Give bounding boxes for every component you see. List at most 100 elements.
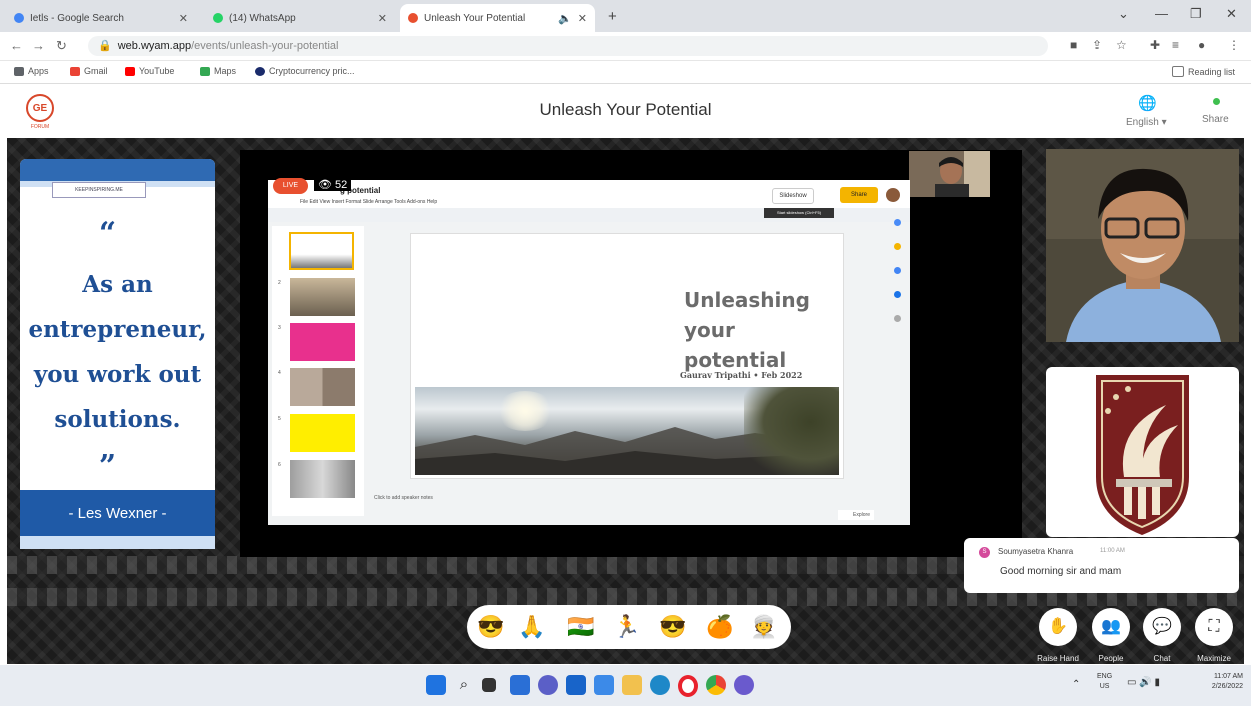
language-indicator[interactable]: ENG US [1097,672,1112,692]
reaction-india-flag[interactable]: 🇮🇳 [566,612,596,642]
extensions-icon[interactable]: ✚ [1150,38,1160,52]
slide-thumb-5[interactable] [290,414,355,452]
share-page-icon[interactable]: ⇪ [1092,38,1102,52]
mail-icon[interactable] [566,675,586,695]
mute-icon[interactable]: 🔈 [558,12,572,25]
language-selector[interactable]: English ▾ [1126,117,1167,128]
tab-google-search[interactable]: Ietls - Google Search ✕ [6,4,196,32]
slide-thumb-3[interactable] [290,323,355,361]
slide-number: 5 [278,416,281,422]
add-ons-icon[interactable] [894,315,901,322]
profile-icon[interactable]: ● [1198,38,1205,52]
forward-icon[interactable]: → [32,38,45,53]
new-tab-button[interactable]: + [608,8,617,25]
raise-hand-icon[interactable]: ✋ [1039,608,1077,646]
task-view-icon[interactable] [482,678,496,692]
camera-icon[interactable]: ■ [1070,38,1077,52]
chat-sender: Soumyasetra Khanra [998,547,1074,556]
globe-icon[interactable]: 🌐 [1138,94,1157,112]
reading-list-button[interactable]: Reading list [1172,66,1235,77]
tab-whatsapp[interactable]: (14) WhatsApp ✕ [205,4,395,32]
slides-share-button[interactable]: Share [840,187,878,203]
speaker-notes[interactable]: Click to add speaker notes [374,495,433,501]
back-icon[interactable]: ← [10,38,23,53]
slides-side-panel [891,215,907,415]
explore-button[interactable]: Explore [838,510,874,520]
contacts-icon[interactable] [894,291,901,298]
reaction-namaste[interactable]: 🙏 [517,612,547,642]
maximize-icon[interactable]: ⛶ [1195,608,1233,646]
volume-icon: 🔊 [1139,677,1152,688]
quote-author: - Les Wexner - [68,505,167,522]
chrome-icon[interactable] [706,675,726,695]
explore-label: Explore [853,512,870,518]
reload-icon[interactable]: ↻ [56,38,67,54]
reaction-cool-2[interactable]: 😎 [658,612,688,642]
search-icon[interactable]: ⌕ [454,675,474,695]
page-title: Unleash Your Potential [539,100,712,119]
slides-menu[interactable]: File Edit View Insert Format Slide Arran… [300,199,437,205]
menu-icon[interactable]: ⋮ [1228,38,1240,52]
messenger-icon[interactable] [734,675,754,695]
slide-thumb-1[interactable] [289,232,354,270]
opera-icon[interactable] [678,675,698,697]
speaker-video[interactable] [1046,149,1239,342]
close-icon[interactable]: ✕ [578,12,587,25]
tray-chevron-icon[interactable]: ⌃ [1072,679,1080,690]
reaction-run[interactable]: 🏃 [612,612,642,642]
logo-subtext: FORUM [30,124,50,130]
slide-thumb-4[interactable] [290,368,355,406]
slide-number: 3 [278,325,281,331]
bookmark-maps[interactable]: Maps [200,66,236,76]
chat-app-icon[interactable] [538,675,558,695]
keep-icon[interactable] [894,243,901,250]
participant-logo-tile[interactable] [1046,367,1239,537]
people-icon[interactable]: 👥 [1092,608,1130,646]
tab-label: (14) WhatsApp [229,12,296,24]
file-explorer-icon[interactable] [622,675,642,695]
calendar-icon[interactable] [894,219,901,226]
restore-button[interactable]: ❐ [1190,6,1202,22]
people-label: People [1098,654,1124,663]
close-window-button[interactable]: ✕ [1226,6,1237,22]
viewer-count-value: 52 [335,179,348,191]
presenter-pip-video[interactable] [909,151,990,197]
clock-date: 2/26/2022 [1211,683,1243,690]
slide-thumb-2[interactable] [290,278,355,316]
store-icon[interactable] [594,675,614,695]
slide-number: 6 [278,462,281,468]
url-input[interactable]: 🔒 web.wyam.app/events/unleash-your-potent… [88,36,1048,56]
reaction-turban[interactable]: 👳 [749,612,779,642]
tab-search-icon[interactable]: ⌄ [1118,6,1129,22]
bookmark-youtube[interactable]: YouTube [125,66,174,76]
reading-list-label: Reading list [1188,66,1236,77]
reading-list-icon [1172,66,1184,77]
quote-text: As an entrepreneur, you work out solutio… [28,271,207,433]
edge-icon[interactable] [650,675,670,695]
clock[interactable]: 11:07 AM 2/26/2022 [1199,672,1243,692]
slide-thumb-6[interactable] [290,460,355,498]
google-icon [14,13,24,23]
reaction-cool[interactable]: 😎 [476,612,506,642]
bookmark-apps[interactable]: Apps [14,66,49,76]
bookmark-gmail[interactable]: Gmail [70,66,108,76]
bookmark-crypto[interactable]: Cryptocurrency pric... [255,66,355,76]
tab-unleash[interactable]: Unleash Your Potential 🔈 ✕ [400,4,595,32]
star-icon[interactable]: ☆ [1116,38,1127,52]
share-icon[interactable] [1213,98,1220,105]
slides-avatar[interactable] [886,188,900,202]
share-button[interactable]: Share [1202,114,1229,125]
bookmark-label: Gmail [84,66,108,76]
tray-status-icons[interactable]: ▭ 🔊 ▮ [1127,677,1160,688]
start-icon[interactable] [426,675,446,695]
slideshow-button[interactable]: Slideshow [772,188,814,204]
chat-icon[interactable]: 💬 [1143,608,1181,646]
widgets-icon[interactable] [510,675,530,695]
close-icon[interactable]: ✕ [179,12,188,25]
close-icon[interactable]: ✕ [378,12,387,25]
bookmark-label: Maps [214,66,237,76]
tasks-icon[interactable] [894,267,901,274]
reading-list-icon[interactable]: ≡ [1172,38,1179,52]
reaction-orange[interactable]: 🍊 [705,612,735,642]
minimize-button[interactable]: — [1155,6,1168,21]
